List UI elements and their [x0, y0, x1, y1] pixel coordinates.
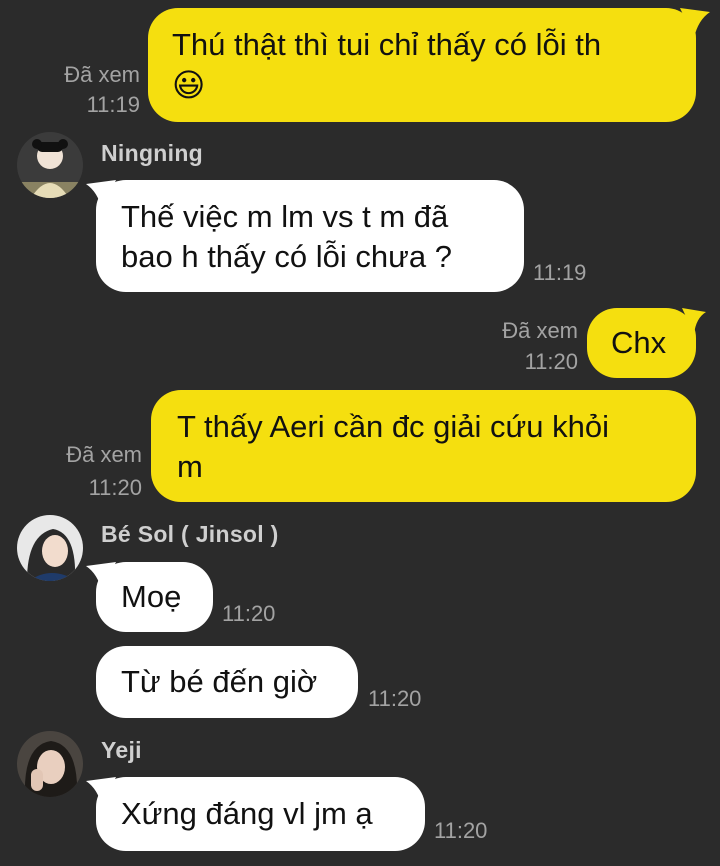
- outgoing-message-bubble[interactable]: T thấy Aeri cần đc giải cứu khỏi m: [151, 390, 696, 502]
- message-text: Thú thật thì tui chỉ thấy có lỗi th: [172, 27, 602, 62]
- message-text-line: Thế việc m lm vs t m đã: [121, 199, 449, 234]
- message-time: 11:20: [434, 818, 488, 843]
- sender-name: Ningning: [101, 140, 204, 166]
- message-time: 11:20: [368, 686, 422, 711]
- incoming-message-bubble[interactable]: Từ bé đến giờ: [96, 646, 358, 718]
- outgoing-message-bubble[interactable]: Chx: [587, 308, 696, 378]
- message-text: Chx: [611, 325, 667, 360]
- message-time: 11:20: [222, 601, 276, 626]
- message-time: 11:20: [524, 349, 578, 374]
- read-status: Đã xem: [66, 442, 142, 467]
- avatar-image: [17, 515, 83, 581]
- message-text: Xứng đáng vl jm ạ: [121, 796, 373, 831]
- incoming-message-bubble[interactable]: Thế việc m lm vs t m đã bao h thấy có lỗ…: [96, 180, 524, 292]
- outgoing-message-bubble[interactable]: Thú thật thì tui chỉ thấy có lỗi th 😃: [148, 8, 696, 122]
- message-text-line: T thấy Aeri cần đc giải cứu khỏi: [177, 409, 610, 444]
- incoming-message-bubble[interactable]: Xứng đáng vl jm ạ: [96, 777, 425, 851]
- sender-name: Yeji: [101, 737, 142, 763]
- avatar[interactable]: [17, 132, 83, 198]
- message-time: 11:19: [533, 260, 587, 285]
- smiley-emoji-icon: 😃: [172, 67, 206, 103]
- avatar-image: [17, 132, 83, 198]
- avatar-image: [17, 731, 83, 797]
- read-status: Đã xem: [64, 62, 140, 87]
- avatar[interactable]: [17, 731, 83, 797]
- sender-name: Bé Sol ( Jinsol ): [101, 521, 279, 547]
- message-text-line: m: [177, 449, 203, 484]
- bubble-tail: [680, 8, 710, 38]
- message-time: 11:20: [88, 475, 142, 500]
- bubble-tail: [682, 308, 706, 334]
- message-text: Moẹ: [121, 579, 182, 614]
- message-time: 11:19: [86, 92, 140, 117]
- message-text-line: bao h thấy có lỗi chưa ?: [121, 239, 452, 274]
- avatar[interactable]: [17, 515, 83, 581]
- read-status: Đã xem: [502, 318, 578, 343]
- incoming-message-bubble[interactable]: Moẹ: [96, 562, 213, 632]
- message-text: Từ bé đến giờ: [121, 664, 318, 699]
